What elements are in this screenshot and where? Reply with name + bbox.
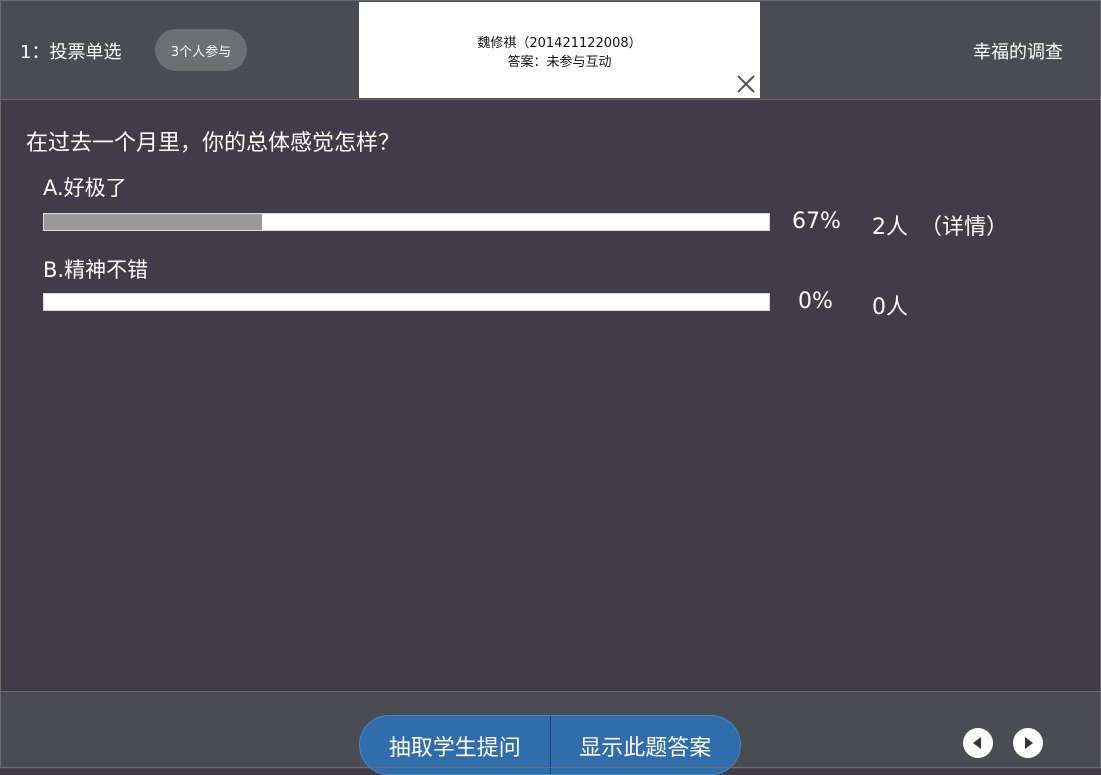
option-b-count: 0人 xyxy=(872,295,908,320)
close-icon[interactable] xyxy=(734,72,758,96)
option-a-label: A.好极了 xyxy=(43,176,127,200)
window-border xyxy=(0,0,1101,768)
next-button[interactable] xyxy=(1013,728,1043,758)
option-b-result-bar xyxy=(43,293,770,311)
triangle-right-icon xyxy=(1025,737,1033,749)
student-name: 魏修祺（201421122008） xyxy=(477,36,642,51)
close-icon-glyph xyxy=(737,75,755,93)
top-bar: 1：投票单选 3个人参与 魏修祺（201421122008） 答案：未参与互动 … xyxy=(0,0,1101,100)
previous-button[interactable] xyxy=(963,728,993,758)
question-type-label: 1：投票单选 xyxy=(20,42,122,63)
participants-badge[interactable]: 3个人参与 xyxy=(155,29,247,71)
pick-student-button[interactable]: 抽取学生提问 xyxy=(360,716,550,774)
option-a-count: 2人 xyxy=(872,215,908,240)
option-b-percent: 0% xyxy=(798,289,833,314)
survey-title: 幸福的调查 xyxy=(973,42,1063,63)
student-answer-status: 答案：未参与互动 xyxy=(507,55,612,70)
question-text: 在过去一个月里，你的总体感觉怎样？ xyxy=(26,131,401,156)
action-button-group: 抽取学生提问 显示此题答案 xyxy=(359,715,741,775)
triangle-left-icon xyxy=(973,737,981,749)
show-answer-button[interactable]: 显示此题答案 xyxy=(549,716,741,774)
option-a-result-bar xyxy=(43,213,770,231)
bottom-bar: 抽取学生提问 显示此题答案 xyxy=(0,691,1101,775)
student-answer-popup: 魏修祺（201421122008） 答案：未参与互动 xyxy=(359,2,760,98)
option-a-bar-fill xyxy=(44,214,262,230)
option-a-percent: 67% xyxy=(792,209,841,234)
option-a-details-link[interactable]: （详情） xyxy=(920,209,1008,241)
option-b-label: B.精神不错 xyxy=(43,258,149,282)
